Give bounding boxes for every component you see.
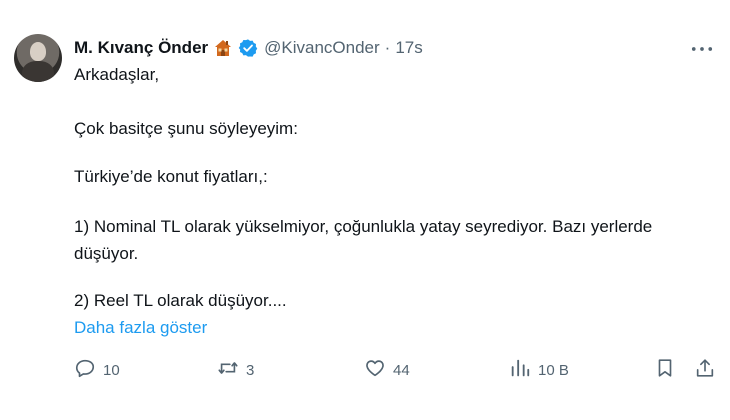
share-icon: [694, 357, 716, 383]
tweet-text-line: 2) Reel TL olarak düşüyor....: [74, 291, 287, 310]
avatar[interactable]: [14, 34, 62, 82]
like-count: 44: [393, 361, 410, 379]
more-icon[interactable]: [690, 40, 714, 58]
heart-icon: [364, 357, 386, 383]
tweet-text-line: Arkadaşlar,: [74, 65, 160, 84]
tweet-text-line: Çok basitçe şunu söyleyeyim:: [74, 119, 298, 138]
views-icon: [509, 357, 531, 383]
tweet-text-line: düşüyor.: [74, 244, 139, 263]
reply-icon: [74, 357, 96, 383]
show-more-link[interactable]: Daha fazla göster: [74, 317, 207, 339]
reply-count: 10: [103, 361, 120, 379]
tweet-text-line: 1) Nominal TL olarak yükselmiyor, çoğunl…: [74, 217, 653, 236]
bookmark-button[interactable]: [654, 358, 676, 382]
tweet[interactable]: M. Kıvanç Önder @KivancOnder · 17s Arkad…: [0, 0, 730, 420]
bookmark-icon: [654, 357, 676, 383]
retweet-count: 3: [246, 361, 255, 379]
share-button[interactable]: [694, 358, 716, 382]
tweet-actions: 10 3 44 10 B: [74, 358, 719, 382]
verified-badge-icon: [238, 38, 258, 58]
retweet-icon: [217, 357, 239, 383]
views-count: 10 B: [538, 361, 569, 379]
tweet-header: M. Kıvanç Önder @KivancOnder · 17s: [74, 36, 423, 60]
house-icon: [213, 38, 233, 58]
views-button[interactable]: 10 B: [509, 358, 569, 382]
timestamp[interactable]: 17s: [395, 38, 422, 58]
reply-button[interactable]: 10: [74, 358, 120, 382]
retweet-button[interactable]: 3: [217, 358, 254, 382]
separator-dot: ·: [384, 38, 391, 57]
tweet-text-line: Türkiye’de konut fiyatları,:: [74, 167, 268, 186]
author-name[interactable]: M. Kıvanç Önder: [74, 38, 208, 58]
like-button[interactable]: 44: [364, 358, 410, 382]
author-handle[interactable]: @KivancOnder: [264, 38, 380, 58]
